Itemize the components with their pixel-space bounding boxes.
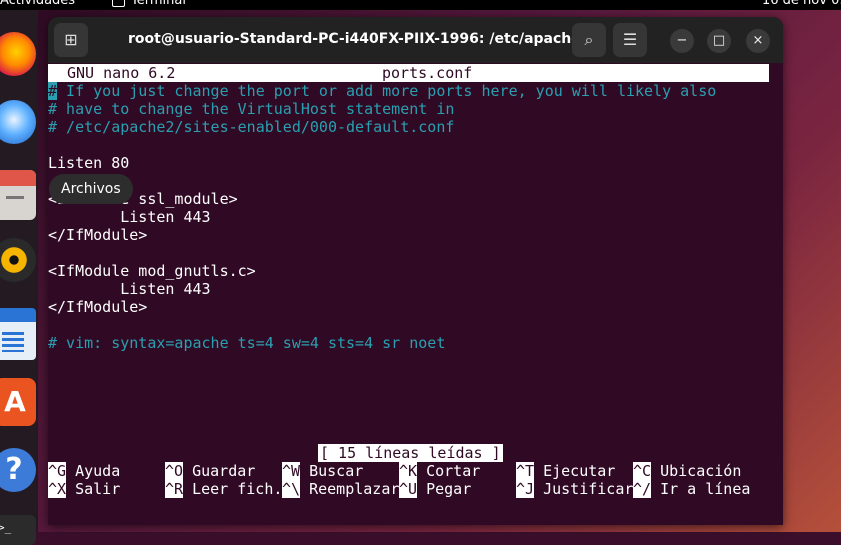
nano-title-bar: GNU nano 6.2 ports.conf [48,64,769,82]
shortcut-item: ^/ Ir a línea [633,480,750,498]
shortcut-label: Leer fich. [183,480,283,498]
shortcut-item: ^T Ejecutar [516,462,615,480]
thunderbird-icon[interactable] [0,100,36,144]
help-icon[interactable]: ? [0,448,36,492]
hamburger-menu-button[interactable]: ☰ [613,23,647,57]
shortcut-label: Justificar [534,480,634,498]
window-title: root@usuario-Standard-PC-i440FX-PIIX-199… [128,31,591,47]
shortcut-key: ^X [48,480,67,498]
file-name: ports.conf [382,64,473,82]
shortcut-label: Ubicación [651,462,742,480]
editor-line: </IfModule> [48,298,148,316]
editor-line: Listen 443 [48,208,211,226]
files-icon[interactable] [0,170,36,220]
clock[interactable]: 16 de nov 09 [762,0,841,8]
shortcut-label: Ejecutar [534,462,616,480]
shortcut-key: ^J [516,480,535,498]
shortcut-key: ^O [165,462,184,480]
shortcut-key: ^W [282,462,301,480]
shortcut-key: ^/ [633,480,652,498]
shortcut-item: ^J Justificar [516,480,633,498]
app-menu[interactable]: Terminal [112,0,186,8]
top-bar: Actividades Terminal 16 de nov 09 [0,0,841,10]
editor-line: # have to change the VirtualHost stateme… [48,100,455,118]
terminal-content[interactable]: GNU nano 6.2 ports.conf # If you just ch… [48,64,783,525]
shortcut-item: ^O Guardar [165,462,255,480]
shortcut-item: ^R Leer fich. [165,480,282,498]
terminal-app-icon [112,0,125,7]
shortcut-key: ^K [399,462,418,480]
maximize-button[interactable]: □ [707,29,731,53]
header-bar: ⊞ root@usuario-Standard-PC-i440FX-PIIX-1… [48,17,783,63]
firefox-icon[interactable] [0,32,36,76]
shortcut-item: ^U Pegar [399,480,471,498]
text-cursor: # [48,82,58,100]
status-message: [ 15 líneas leídas ] [318,444,503,462]
terminal-window: ⊞ root@usuario-Standard-PC-i440FX-PIIX-1… [48,17,783,525]
shortcut-label: Salir [66,480,121,498]
software-icon[interactable]: A [0,378,36,426]
rhythmbox-icon[interactable] [0,238,36,282]
editor-line: # /etc/apache2/sites-enabled/000-default… [48,118,455,136]
shortcut-label: Buscar [300,462,364,480]
new-tab-button[interactable]: ⊞ [54,23,88,57]
minimize-button[interactable]: − [670,29,694,53]
shortcut-item: ^\ Reemplazar [282,480,399,498]
editor-line: # vim: syntax=apache ts=4 sw=4 sts=4 sr … [48,334,446,352]
shortcut-key: ^G [48,462,67,480]
scrollbar[interactable] [772,64,780,525]
shortcut-item: ^W Buscar [282,462,363,480]
shortcut-item: ^G Ayuda [48,462,120,480]
search-button[interactable]: ⌕ [572,23,606,57]
editor-line: </IfModule> [48,226,148,244]
shortcut-key: ^\ [282,480,301,498]
shortcut-label: Ir a línea [651,480,751,498]
shortcut-label: Ayuda [66,462,121,480]
shortcut-key: ^C [633,462,652,480]
shortcut-key: ^U [399,480,418,498]
app-name: Terminal [131,0,186,8]
shortcut-item: ^X Salir [48,480,120,498]
nano-version: GNU nano 6.2 [67,64,176,82]
shortcut-label: Pegar [417,480,472,498]
editor-line: Listen 80 [48,154,130,172]
editor-line: # If you just change the port or add mor… [48,82,717,100]
shortcut-key: ^T [516,462,535,480]
dock: A ? >_ [0,10,38,545]
editor-line: <IfModule mod_gnutls.c> [48,262,256,280]
shortcut-item: ^K Cortar [399,462,480,480]
shortcut-key: ^R [165,480,184,498]
close-button[interactable]: × [746,29,770,53]
shortcut-label: Guardar [183,462,256,480]
writer-icon[interactable] [0,308,36,360]
dock-tooltip: Archivos [49,174,133,204]
shortcut-label: Reemplazar [300,480,400,498]
shortcut-label: Cortar [417,462,481,480]
activities-button[interactable]: Actividades [0,0,75,8]
shortcut-item: ^C Ubicación [633,462,741,480]
terminal-icon[interactable]: >_ [0,515,36,545]
editor-line: Listen 443 [48,280,211,298]
